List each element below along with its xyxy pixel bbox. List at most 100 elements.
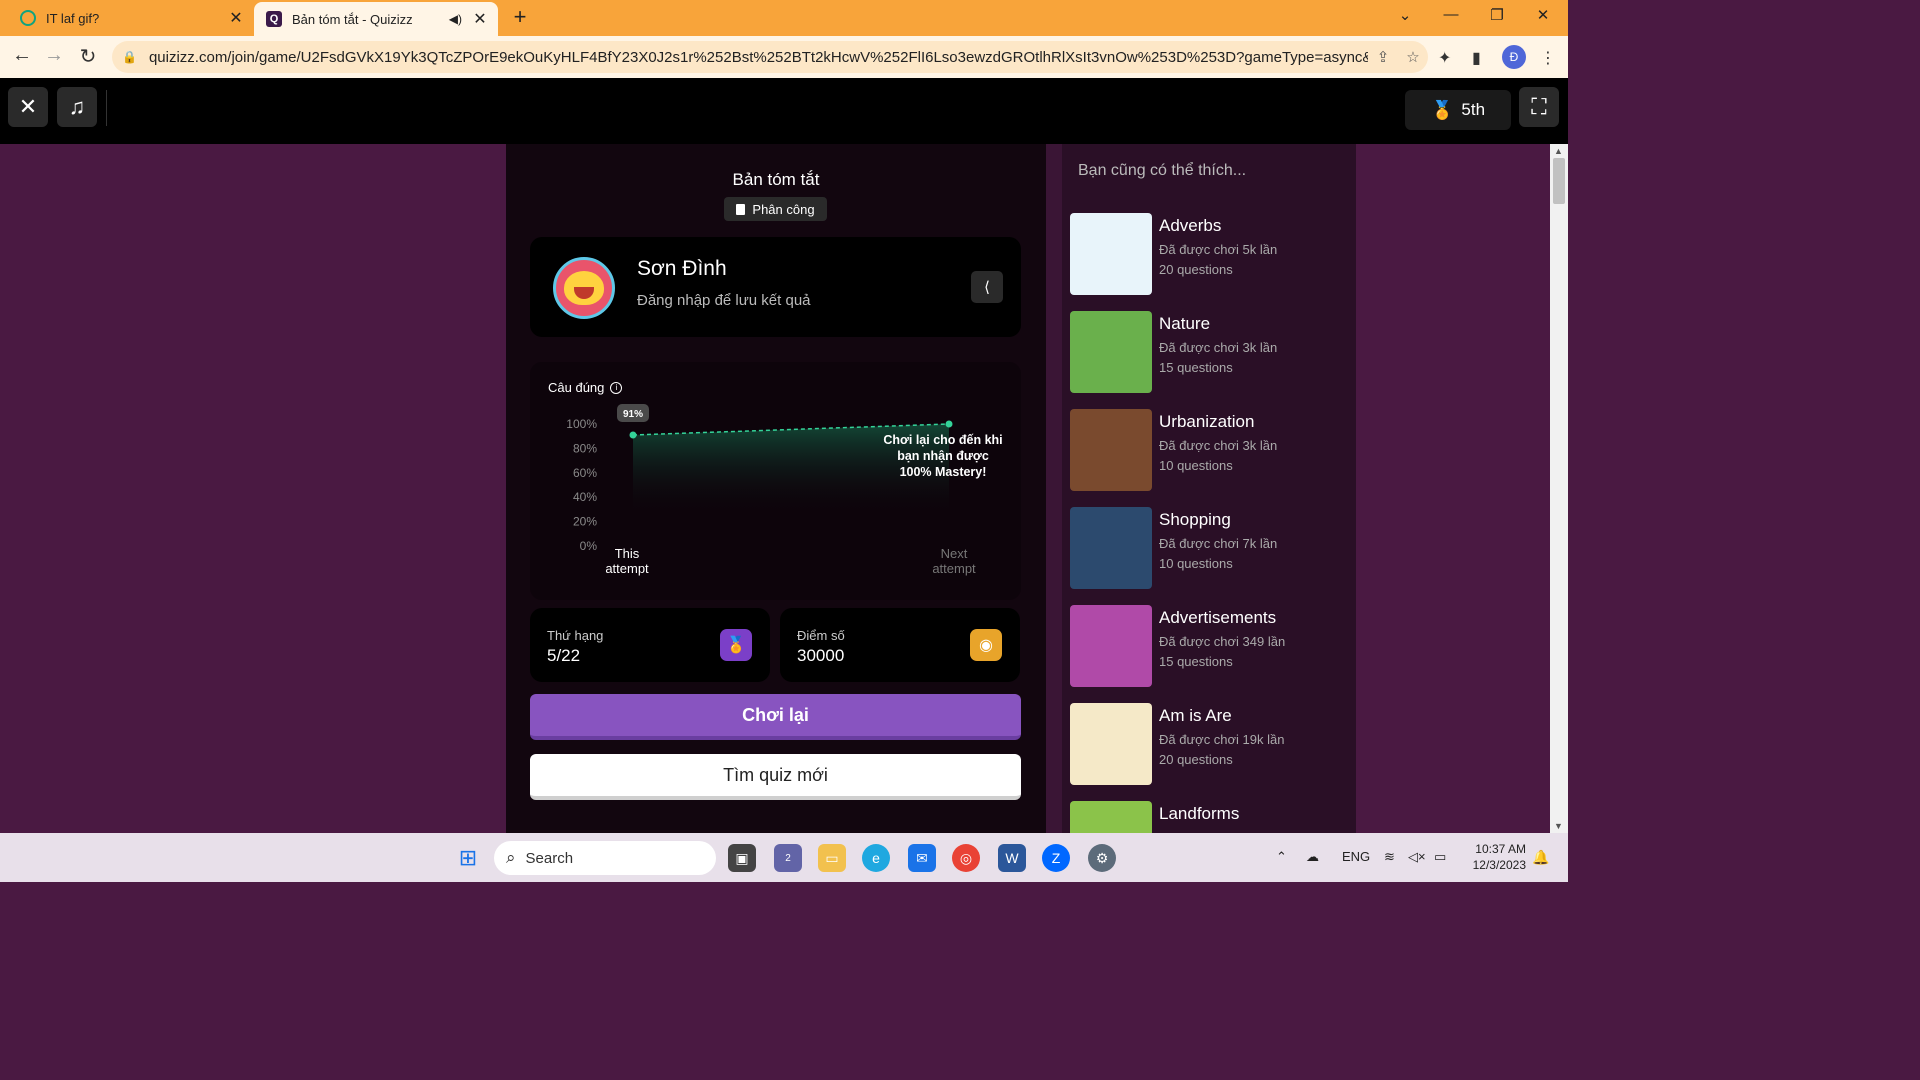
zalo-icon[interactable]: Z — [1042, 844, 1070, 872]
share-icon[interactable]: ⟨ — [971, 271, 1003, 303]
rank-value: 5/22 — [547, 646, 581, 665]
medal-icon: 🏅 — [720, 629, 752, 661]
quiz-question-count: 10 questions — [1159, 556, 1233, 571]
coins-icon: ◉ — [970, 629, 1002, 661]
restore-icon[interactable]: ❐ — [1482, 6, 1512, 24]
quiz-question-count: 20 questions — [1159, 752, 1233, 767]
task-view-icon[interactable]: ▣ — [728, 844, 756, 872]
scrollbar[interactable]: ▲ ▼ — [1550, 144, 1568, 833]
page-title: Bản tóm tắt — [732, 170, 820, 189]
x-tick-label: Next — [941, 546, 968, 561]
document-icon — [736, 203, 746, 215]
teams-chat-icon[interactable]: 2 — [774, 844, 802, 872]
score-value: 30000 — [797, 646, 845, 665]
point-data-label: 91% — [623, 409, 643, 420]
divider — [106, 90, 107, 126]
url-text: quizizz.com/join/game/U2FsdGVkX19Yk3QTcZ… — [148, 48, 1368, 66]
chevron-up-icon[interactable]: ⌃ — [1276, 849, 1287, 865]
chrome-icon[interactable]: ◎ — [952, 844, 980, 872]
windows-start-icon[interactable]: ⊞ — [454, 844, 482, 872]
speaker-icon[interactable]: ◀) — [449, 12, 462, 26]
y-tick-label: 80% — [573, 441, 597, 455]
avatar — [553, 257, 615, 319]
battery-icon[interactable]: ▭ — [1434, 849, 1446, 865]
new-tab-button[interactable]: + — [508, 4, 532, 30]
quiz-thumbnail — [1070, 409, 1152, 491]
share-page-icon[interactable]: ⇪ — [1368, 48, 1398, 66]
quiz-recommendation-item[interactable]: Advertisements Đã được chơi 349 lần 15 que… — [1070, 605, 1350, 689]
accuracy-chart: 100%80%60%40%20%0% 91% ThisattemptNextat… — [566, 403, 1003, 576]
mail-icon[interactable]: ✉ — [908, 844, 936, 872]
rank-badge: 🏅 5th — [1405, 90, 1511, 130]
chart-point — [945, 420, 953, 428]
close-icon[interactable]: ✕ — [8, 87, 48, 127]
system-clock[interactable]: 10:37 AM 12/3/2023 — [1466, 841, 1526, 873]
music-icon[interactable]: ♫ — [57, 87, 97, 127]
quiz-play-count: Đã được chơi 3k lần — [1159, 340, 1278, 355]
fullscreen-icon[interactable]: ⛶ — [1519, 87, 1559, 127]
quiz-recommendation-item[interactable]: Nature Đã được chơi 3k lần 15 questions — [1070, 311, 1350, 395]
reload-icon[interactable]: ↻ — [76, 44, 100, 69]
volume-muted-icon[interactable]: ◁× — [1408, 849, 1426, 865]
tab-search-icon[interactable]: ⌄ — [1390, 6, 1420, 24]
quiz-recommendation-item[interactable]: Shopping Đã được chơi 7k lần 10 questions — [1070, 507, 1350, 591]
forward-icon[interactable]: → — [42, 44, 66, 67]
taskbar-search[interactable]: ⌕ Search — [494, 841, 716, 875]
login-prompt[interactable]: Đăng nhập để lưu kết quả — [637, 292, 811, 309]
quiz-recommendation-item[interactable]: Am is Are Đã được chơi 19k lần 20 question… — [1070, 703, 1350, 787]
summary-panel: Bản tóm tắt Phân công Sơn Đình Đăng nhập… — [506, 144, 1046, 833]
quiz-recommendation-item[interactable]: Landforms — [1070, 801, 1350, 833]
quiz-header: ✕ ♫ 🏅 5th ⛶ — [0, 78, 1568, 144]
settings-gear-icon[interactable]: ⚙ — [1088, 844, 1116, 872]
clock-date: 12/3/2023 — [1472, 858, 1526, 872]
wifi-icon[interactable]: ≋ — [1384, 849, 1395, 865]
search-placeholder: Search — [525, 849, 574, 867]
file-explorer-icon[interactable]: ▭ — [818, 844, 846, 872]
play-again-button[interactable]: Chơi lại — [530, 694, 1021, 740]
word-icon[interactable]: W — [998, 844, 1026, 872]
browser-tab-active[interactable]: Q Bản tóm tắt - Quizizz ◀) ✕ — [254, 2, 498, 36]
close-tab-icon[interactable]: ✕ — [470, 9, 490, 29]
y-tick-label: 100% — [566, 417, 597, 431]
player-name: Sơn Đình — [637, 257, 727, 280]
scroll-down-icon[interactable]: ▼ — [1554, 821, 1563, 831]
quiz-thumbnail — [1070, 311, 1152, 393]
scroll-up-icon[interactable]: ▲ — [1554, 146, 1563, 156]
address-bar[interactable]: 🔒 quizizz.com/join/game/U2FsdGVkX19Yk3QT… — [112, 41, 1428, 73]
quiz-title: Adverbs — [1159, 216, 1222, 235]
profile-avatar[interactable]: Đ — [1502, 45, 1526, 69]
bookmark-star-icon[interactable]: ☆ — [1398, 48, 1428, 66]
cloud-icon[interactable]: ☁ — [1306, 849, 1319, 865]
score-label: Điểm số — [797, 628, 845, 643]
minimize-icon[interactable]: — — [1436, 6, 1466, 23]
close-window-icon[interactable]: ✕ — [1528, 6, 1558, 24]
x-tick-label: attempt — [605, 561, 649, 576]
menu-icon[interactable]: ⋮ — [1540, 48, 1556, 68]
chat-badge: 2 — [785, 852, 791, 864]
quiz-play-count: Đã được chơi 349 lần — [1159, 634, 1286, 649]
assign-button[interactable]: Phân công — [724, 197, 827, 221]
scrollbar-thumb[interactable] — [1553, 158, 1565, 204]
accuracy-chart-card: Câu đúng i 100% 80% 60% 40% 20% 0% 91% This at… — [530, 362, 1021, 600]
browser-tab[interactable]: IT laf gif? ✕ — [8, 0, 254, 36]
quiz-title: Urbanization — [1159, 412, 1255, 431]
score-card: Điểm số 30000 ◉ — [780, 608, 1020, 682]
quiz-thumbnail — [1070, 703, 1152, 785]
find-new-quiz-button[interactable]: Tìm quiz mới — [530, 754, 1021, 800]
y-tick-label: 40% — [573, 490, 597, 504]
monster-face-icon — [564, 271, 604, 305]
back-icon[interactable]: ← — [10, 44, 34, 67]
browser-toolbar: ← → ↻ 🔒 quizizz.com/join/game/U2FsdGVkX1… — [0, 36, 1568, 78]
notification-bell-icon[interactable]: 🔔 — [1532, 849, 1549, 866]
lock-icon[interactable]: 🔒 — [122, 50, 137, 64]
quiz-recommendation-item[interactable]: Adverbs Đã được chơi 5k lần 20 questions — [1070, 213, 1350, 297]
extensions-icon[interactable]: ✦ — [1438, 48, 1451, 68]
quiz-recommendation-item[interactable]: Urbanization Đã được chơi 3k lần 10 questi… — [1070, 409, 1350, 493]
quiz-play-count: Đã được chơi 5k lần — [1159, 242, 1278, 257]
side-panel-icon[interactable]: ▮ — [1472, 48, 1481, 68]
close-tab-icon[interactable]: ✕ — [226, 8, 246, 28]
quiz-thumbnail — [1070, 213, 1152, 295]
chatgpt-icon — [20, 10, 36, 26]
language-indicator[interactable]: ENG — [1342, 849, 1370, 864]
edge-icon[interactable]: e — [862, 844, 890, 872]
